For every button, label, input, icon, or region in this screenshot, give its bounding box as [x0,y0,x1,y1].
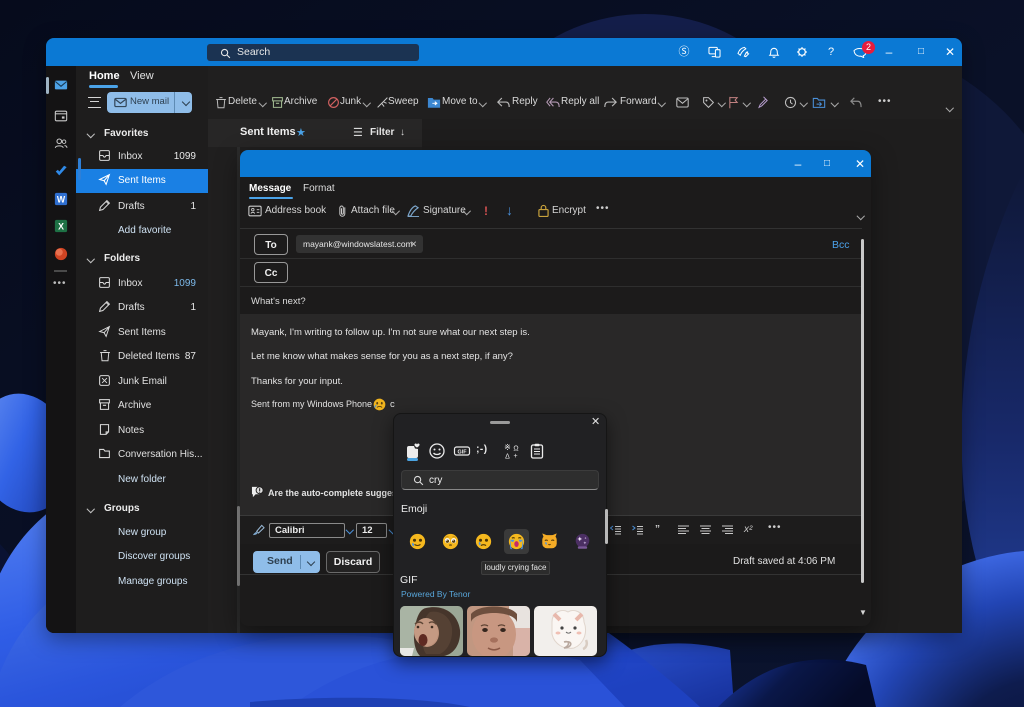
svg-text:Δ: Δ [505,454,510,461]
svg-text:※: ※ [504,443,511,452]
svg-text:+: + [513,453,517,460]
svg-text:X: X [58,222,64,232]
svg-text:W: W [57,195,66,205]
svg-text:Ω: Ω [513,446,518,453]
svg-text:GIF: GIF [458,449,468,455]
